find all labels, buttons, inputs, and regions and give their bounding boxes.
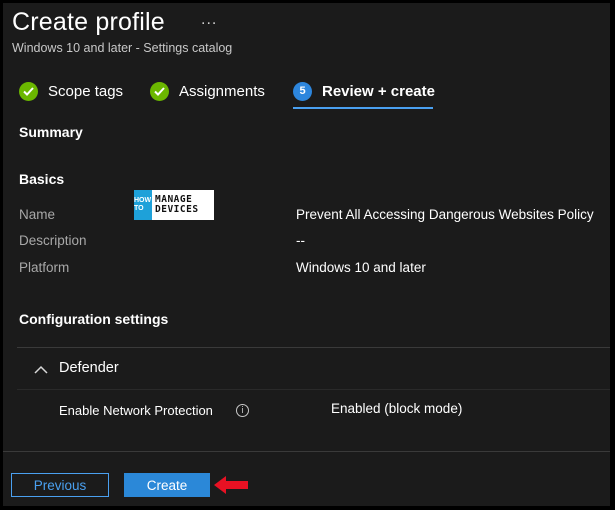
red-arrow-icon	[214, 476, 248, 494]
watermark-logo: HOW TO MANAGE DEVICES	[134, 190, 214, 220]
description-label: Description	[19, 233, 87, 248]
watermark-line2: DEVICES	[155, 204, 199, 215]
step-label: Assignments	[179, 82, 265, 100]
footer-divider	[3, 451, 610, 452]
check-icon	[150, 81, 169, 101]
description-value: --	[296, 233, 305, 248]
name-value: Prevent All Accessing Dangerous Websites…	[296, 207, 594, 222]
configuration-settings-heading: Configuration settings	[19, 311, 169, 327]
group-divider	[17, 389, 610, 390]
step-label: Scope tags	[48, 82, 124, 100]
summary-heading: Summary	[19, 124, 83, 140]
basics-heading: Basics	[19, 171, 65, 187]
active-step-indicator	[293, 107, 433, 109]
defender-group-label[interactable]: Defender	[59, 360, 119, 376]
previous-button[interactable]: Previous	[11, 473, 109, 497]
page-title: Create profile	[12, 8, 165, 36]
page-subtitle: Windows 10 and later - Settings catalog	[12, 41, 233, 55]
create-button[interactable]: Create	[124, 473, 210, 497]
step-number-badge: 5	[293, 81, 312, 101]
step-label: Review + create	[322, 82, 435, 100]
step-assignments[interactable]: Assignments	[150, 80, 265, 102]
watermark-how-to: HOW TO	[134, 190, 152, 220]
setting-label: Enable Network Protection	[59, 403, 213, 418]
name-label: Name	[19, 207, 56, 222]
chevron-up-icon[interactable]	[34, 365, 48, 375]
step-review-create[interactable]: 5 Review + create	[293, 80, 435, 102]
divider	[17, 347, 610, 348]
platform-label: Platform	[19, 260, 70, 275]
info-icon[interactable]: i	[236, 404, 249, 417]
more-options-icon[interactable]: ...	[201, 11, 217, 29]
step-scope-tags[interactable]: Scope tags	[19, 80, 123, 102]
setting-value: Enabled (block mode)	[331, 401, 463, 416]
check-icon	[19, 81, 38, 101]
create-profile-panel: Create profile ... Windows 10 and later …	[3, 3, 610, 506]
platform-value: Windows 10 and later	[296, 260, 426, 275]
